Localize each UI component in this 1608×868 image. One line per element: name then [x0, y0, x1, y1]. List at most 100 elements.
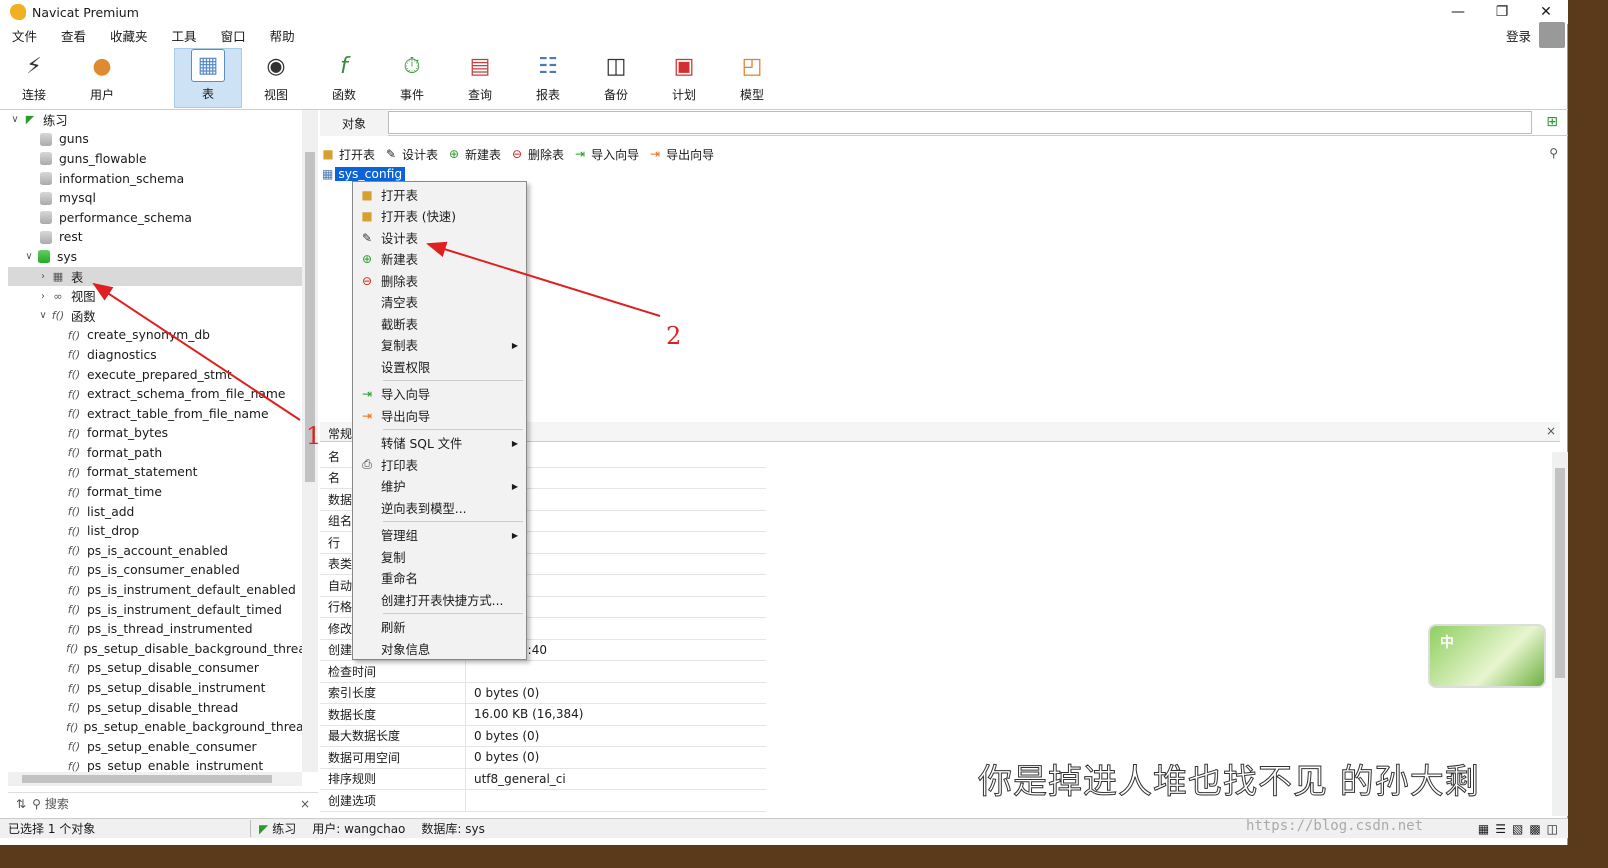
- tree-function-item[interactable]: f() ps_setup_disable_background_threads: [8, 639, 302, 659]
- open-table-button[interactable]: ■ 打开表: [320, 146, 375, 163]
- design-table-button[interactable]: ✎ 设计表: [383, 146, 438, 163]
- context-menu-item[interactable]: ✎ 设计表: [353, 227, 526, 248]
- tree-function-item[interactable]: f() ps_is_thread_instrumented: [8, 619, 302, 639]
- user-button[interactable]: ● 用户: [68, 48, 136, 108]
- tree-connection[interactable]: ∨ ◤ 练习: [8, 110, 302, 130]
- grid-view-icon[interactable]: ▧: [1512, 822, 1523, 836]
- tree-function-item[interactable]: f() ps_setup_enable_consumer: [8, 737, 302, 757]
- context-menu-item[interactable]: 对象信息: [353, 638, 526, 659]
- tree-node-views[interactable]: › ∞ 视图: [8, 286, 302, 306]
- tree-db-sys[interactable]: ∨ sys: [8, 247, 302, 267]
- context-menu-item[interactable]: ⊖ 删除表: [353, 270, 526, 291]
- table-item[interactable]: ▦ sys_config: [322, 166, 406, 182]
- delete-table-button[interactable]: ⊖ 删除表: [509, 146, 564, 163]
- tree-function-item[interactable]: f() ps_is_instrument_default_enabled: [8, 580, 302, 600]
- context-menu-item[interactable]: ⇥ 导入向导: [353, 384, 526, 405]
- context-menu-item[interactable]: 设置权限: [353, 356, 526, 377]
- tree-function-item[interactable]: f() ps_setup_enable_background_threads: [8, 717, 302, 737]
- tree-node-functions[interactable]: ∨ f() 函数: [8, 306, 302, 326]
- avatar[interactable]: [1539, 22, 1565, 48]
- context-menu-item[interactable]: 刷新: [353, 617, 526, 638]
- context-menu-item[interactable]: 逆向表到模型...: [353, 497, 526, 518]
- tree-function-item[interactable]: f() format_bytes: [8, 424, 302, 444]
- query-button[interactable]: ▤ 查询: [446, 48, 514, 108]
- menu-window[interactable]: 窗口: [209, 26, 258, 45]
- list-view-icon[interactable]: ▦: [1478, 822, 1489, 836]
- tree-function-item[interactable]: f() ps_is_consumer_enabled: [8, 561, 302, 581]
- tree-function-item[interactable]: f() ps_setup_disable_instrument: [8, 678, 302, 698]
- tree-function-item[interactable]: f() ps_is_account_enabled: [8, 541, 302, 561]
- info-scrollbar[interactable]: [1552, 452, 1568, 816]
- clear-search-icon[interactable]: ×: [300, 797, 310, 811]
- tree-db[interactable]: rest: [8, 228, 302, 248]
- event-button[interactable]: ⏱ 事件: [378, 48, 446, 108]
- search-input[interactable]: 搜索: [45, 795, 69, 812]
- context-menu-item[interactable]: 复制: [353, 546, 526, 567]
- minimize-button[interactable]: —: [1436, 0, 1480, 24]
- menu-favorites[interactable]: 收藏夹: [98, 26, 160, 45]
- backup-button[interactable]: ◫ 备份: [582, 48, 650, 108]
- menu-help[interactable]: 帮助: [258, 26, 307, 45]
- function-button[interactable]: f 函数: [310, 48, 378, 108]
- view-button[interactable]: ◉ 视图: [242, 48, 310, 108]
- tree-function-item[interactable]: f() list_drop: [8, 521, 302, 541]
- tree-db[interactable]: guns_flowable: [8, 149, 302, 169]
- context-menu-item[interactable]: ⎙ 打印表: [353, 454, 526, 475]
- maximize-button[interactable]: ❐: [1480, 0, 1524, 24]
- tree-function-item[interactable]: f() execute_prepared_stmt: [8, 365, 302, 385]
- table-button[interactable]: ▦ 表: [174, 48, 242, 108]
- tree-search-bar[interactable]: ⇅ ⚲ 搜索 ×: [8, 792, 318, 814]
- connect-button[interactable]: ⚡ 连接: [0, 48, 68, 108]
- tree-function-item[interactable]: f() ps_setup_disable_thread: [8, 698, 302, 718]
- detail-view-icon[interactable]: ☰: [1495, 822, 1506, 836]
- tree-db[interactable]: performance_schema: [8, 208, 302, 228]
- filter-icon[interactable]: ⇅: [16, 797, 26, 811]
- menu-view[interactable]: 查看: [49, 26, 98, 45]
- chevron-right-icon[interactable]: ›: [36, 291, 50, 302]
- context-menu-item[interactable]: 复制表 ▶: [353, 335, 526, 356]
- close-icon[interactable]: ×: [1546, 424, 1556, 438]
- model-button[interactable]: ◰ 模型: [718, 48, 786, 108]
- tree-function-item[interactable]: f() format_time: [8, 482, 302, 502]
- tree-function-item[interactable]: f() diagnostics: [8, 345, 302, 365]
- tree-node-tables[interactable]: › ▦ 表: [8, 266, 302, 287]
- object-filter-field[interactable]: [388, 111, 1532, 134]
- tree-horizontal-scrollbar[interactable]: [8, 772, 302, 786]
- menu-tools[interactable]: 工具: [160, 26, 209, 45]
- tab-general[interactable]: 常规: [328, 425, 352, 442]
- menu-file[interactable]: 文件: [0, 26, 49, 45]
- context-menu-item[interactable]: 管理组 ▶: [353, 525, 526, 546]
- login-link[interactable]: 登录: [1506, 26, 1531, 45]
- tree-function-item[interactable]: f() ps_is_instrument_default_timed: [8, 600, 302, 620]
- chevron-down-icon[interactable]: ∨: [22, 251, 36, 262]
- add-object-icon[interactable]: ⊞: [1546, 114, 1558, 130]
- context-menu-item[interactable]: 维护 ▶: [353, 476, 526, 497]
- close-button[interactable]: ✕: [1524, 0, 1568, 24]
- tab-objects[interactable]: 对象: [320, 110, 388, 136]
- tree-function-item[interactable]: f() extract_schema_from_file_name: [8, 384, 302, 404]
- context-menu-item[interactable]: 创建打开表快捷方式...: [353, 589, 526, 610]
- export-wizard-button[interactable]: ⇥ 导出向导: [647, 146, 714, 163]
- chevron-down-icon[interactable]: ∨: [36, 310, 50, 321]
- context-menu-item[interactable]: 重命名: [353, 568, 526, 589]
- new-table-button[interactable]: ⊕ 新建表: [446, 146, 501, 163]
- tree-function-item[interactable]: f() ps_setup_enable_instrument: [8, 757, 302, 772]
- context-menu-item[interactable]: ⊕ 新建表: [353, 249, 526, 270]
- er-view-icon[interactable]: ▩: [1529, 822, 1540, 836]
- report-button[interactable]: ☷ 报表: [514, 48, 582, 108]
- import-wizard-button[interactable]: ⇥ 导入向导: [572, 146, 639, 163]
- tree-function-item[interactable]: f() extract_table_from_file_name: [8, 404, 302, 424]
- preview-icon[interactable]: ◫: [1547, 822, 1558, 836]
- tree-function-item[interactable]: f() format_statement: [8, 463, 302, 483]
- schedule-button[interactable]: ▣ 计划: [650, 48, 718, 108]
- context-menu-item[interactable]: 截断表: [353, 313, 526, 334]
- tree-function-item[interactable]: f() format_path: [8, 443, 302, 463]
- tree-db[interactable]: mysql: [8, 188, 302, 208]
- tree-function-item[interactable]: f() list_add: [8, 502, 302, 522]
- tree-function-item[interactable]: f() create_synonym_db: [8, 326, 302, 346]
- context-menu-item[interactable]: ⇥ 导出向导: [353, 405, 526, 426]
- tree-db[interactable]: guns: [8, 130, 302, 150]
- tree-function-item[interactable]: f() ps_setup_disable_consumer: [8, 659, 302, 679]
- search-icon[interactable]: ⚲: [1549, 146, 1558, 160]
- context-menu-item[interactable]: 清空表: [353, 292, 526, 313]
